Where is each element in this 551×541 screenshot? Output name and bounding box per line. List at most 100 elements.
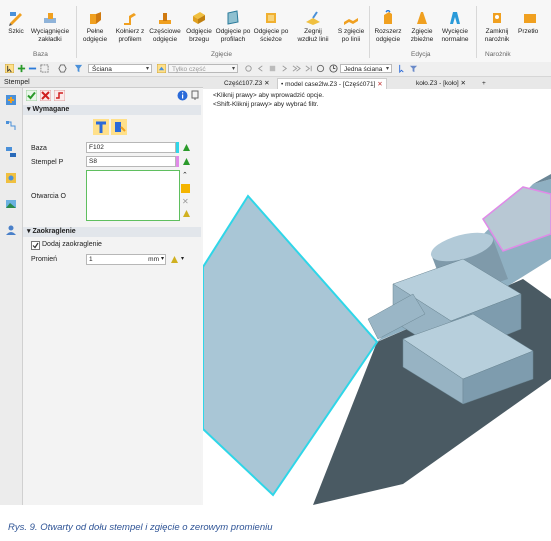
radius-expression-icon[interactable]: [170, 255, 179, 264]
gallery-icon[interactable]: [5, 198, 17, 210]
baza-field[interactable]: F102: [86, 142, 176, 153]
otwarcia-pick-icon[interactable]: [182, 209, 191, 218]
przetlo-button[interactable]: Przetło: [518, 10, 551, 36]
apply-icon[interactable]: [54, 90, 65, 101]
info-icon[interactable]: [177, 90, 188, 101]
user-icon[interactable]: [5, 224, 17, 236]
face-filter-value: Ściana: [92, 66, 112, 73]
new-tab-button[interactable]: +: [479, 78, 489, 89]
partial-flange-button[interactable]: Częściowe odgięcie: [148, 10, 182, 44]
close-icon[interactable]: ✕: [264, 80, 269, 87]
chevron-down-icon: ▾: [145, 66, 149, 72]
tab-extrusion-button[interactable]: Wyciągnięcie zakładki: [28, 10, 72, 44]
punch-shape-icon[interactable]: [111, 119, 127, 135]
check-icon: [32, 242, 39, 249]
edge-flange-icon: [193, 12, 205, 24]
pin-icon[interactable]: [190, 90, 200, 101]
cancel-x-icon[interactable]: [40, 90, 51, 101]
taper-bend-button[interactable]: Zgięcie zbieżne: [406, 10, 438, 44]
close-icon[interactable]: ✕: [460, 80, 465, 87]
edge-flange-button[interactable]: Odgięcie brzegu: [184, 10, 214, 44]
sweep-flange-label: Odgięcie po ścieżce: [253, 28, 289, 43]
stop-icon[interactable]: [268, 64, 277, 73]
tab-czesc107[interactable]: Część107.Z3 ✕: [221, 78, 273, 89]
stamp-shape-icon[interactable]: [93, 119, 109, 135]
assembly-icon[interactable]: [5, 146, 17, 158]
part-filter-select[interactable]: Tylko część ▾: [168, 64, 238, 73]
clock-icon[interactable]: [329, 64, 338, 73]
otwarcia-list[interactable]: [86, 170, 180, 221]
stempel-pick-icon[interactable]: [182, 157, 191, 166]
minus-icon[interactable]: [28, 64, 37, 73]
radius-menu-chevron-icon[interactable]: ▾: [181, 255, 184, 262]
group-zgiecie: Zgięcie: [211, 51, 232, 58]
partial-flange-label: Częściowe odgięcie: [149, 28, 181, 43]
end-icon[interactable]: [304, 64, 313, 73]
extend-flange-button[interactable]: Rozszerz odgięcie: [371, 10, 405, 44]
sketch-icon: [9, 12, 22, 26]
pointer-icon[interactable]: [397, 64, 406, 73]
command-icon[interactable]: [5, 94, 17, 106]
bend-on-line-button[interactable]: Zegnij wzdłuż linii: [294, 10, 332, 44]
sketch-button[interactable]: Szkic: [4, 10, 28, 36]
panel-title: Stempel: [0, 77, 203, 88]
left-icon-strip: [0, 88, 23, 505]
baza-pick-icon[interactable]: [182, 143, 191, 152]
s-bend-label: S zgięcie po linii: [337, 28, 365, 43]
pick-icon[interactable]: [244, 64, 253, 73]
box-select-icon[interactable]: [40, 64, 49, 73]
part-filter-icon[interactable]: [157, 64, 166, 73]
close-icon[interactable]: ✕: [377, 81, 382, 88]
section-rounding[interactable]: ▾ Zaokraglenie: [23, 227, 201, 237]
sweep-flange-button[interactable]: Odgięcie po ścieżce: [252, 10, 290, 44]
profile-flange-icon: [124, 13, 136, 25]
face-mode-select[interactable]: Jedna ściana ▾: [340, 64, 392, 73]
screenshot: Szkic Wyciągnięcie zakładki Pełne odgięc…: [0, 0, 551, 505]
radius-unit: mm: [148, 256, 159, 263]
taper-bend-label: Zgięcie zbieżne: [410, 28, 434, 43]
refresh-icon[interactable]: [316, 64, 325, 73]
radius-value: 1: [89, 256, 93, 263]
history-icon[interactable]: [5, 120, 17, 132]
chevron-down-icon: ▾: [231, 66, 235, 72]
color-swatch-icon[interactable]: [181, 184, 190, 193]
radius-field[interactable]: 1 mm ▾: [86, 254, 166, 265]
extend-flange-label: Rozszerz odgięcie: [374, 28, 402, 43]
group-baza: Baza: [33, 51, 48, 58]
view-icon[interactable]: [5, 172, 17, 184]
section-required[interactable]: ▾ Wymagane: [23, 105, 201, 115]
close-corner-button[interactable]: Zamknij narożnik: [478, 10, 516, 44]
3d-viewport[interactable]: <Kliknij prawy> aby wprowadzić opcje. <S…: [203, 89, 551, 505]
filter-icon[interactable]: [74, 64, 83, 73]
stempel-label: Stempel P: [31, 159, 64, 166]
loft-flange-button[interactable]: Odgięcie po profilach: [214, 10, 252, 44]
remove-icon[interactable]: ✕: [182, 197, 189, 206]
normal-cut-button[interactable]: Wycięcie normalne: [438, 10, 472, 44]
profile-flange-button[interactable]: Kołnierz z profilem: [112, 10, 148, 44]
stempel-field[interactable]: S8: [86, 156, 176, 167]
cursor-icon[interactable]: [5, 64, 14, 73]
filter-options-icon[interactable]: [409, 64, 418, 73]
ribbon: Szkic Wyciągnięcie zakładki Pełne odgięc…: [0, 0, 551, 63]
chevron-up-icon[interactable]: ⌃: [182, 171, 188, 179]
add-rounding-checkbox[interactable]: [31, 241, 40, 250]
3d-model[interactable]: [203, 89, 551, 505]
tab-extrusion-icon: [44, 13, 56, 23]
bend-on-line-label: Zegnij wzdłuż linii: [297, 28, 329, 43]
profile-flange-label: Kołnierz z profilem: [115, 28, 145, 43]
right-arrow-icon[interactable]: [280, 64, 289, 73]
section-rounding-title: Zaokraglenie: [32, 228, 76, 235]
full-flange-button[interactable]: Pełne odgięcie: [80, 10, 110, 44]
face-filter-select[interactable]: Ściana ▾: [88, 64, 152, 73]
plus-icon[interactable]: [17, 64, 26, 73]
group-naroznik: Narożnik: [485, 51, 511, 58]
double-right-icon[interactable]: [292, 64, 301, 73]
radius-label: Promień: [31, 256, 58, 263]
selection-toolbar: Ściana ▾ Tylko część ▾ Jedna ściana ▾: [0, 62, 551, 77]
left-arrow-icon[interactable]: [256, 64, 265, 73]
sketch-label: Szkic: [8, 28, 24, 35]
s-bend-button[interactable]: S zgięcie po linii: [334, 10, 368, 44]
ok-check-icon[interactable]: [26, 90, 37, 101]
tab-kolo[interactable]: koło.Z3 - [koło] ✕: [413, 78, 469, 89]
hexagon-icon[interactable]: [58, 64, 67, 73]
